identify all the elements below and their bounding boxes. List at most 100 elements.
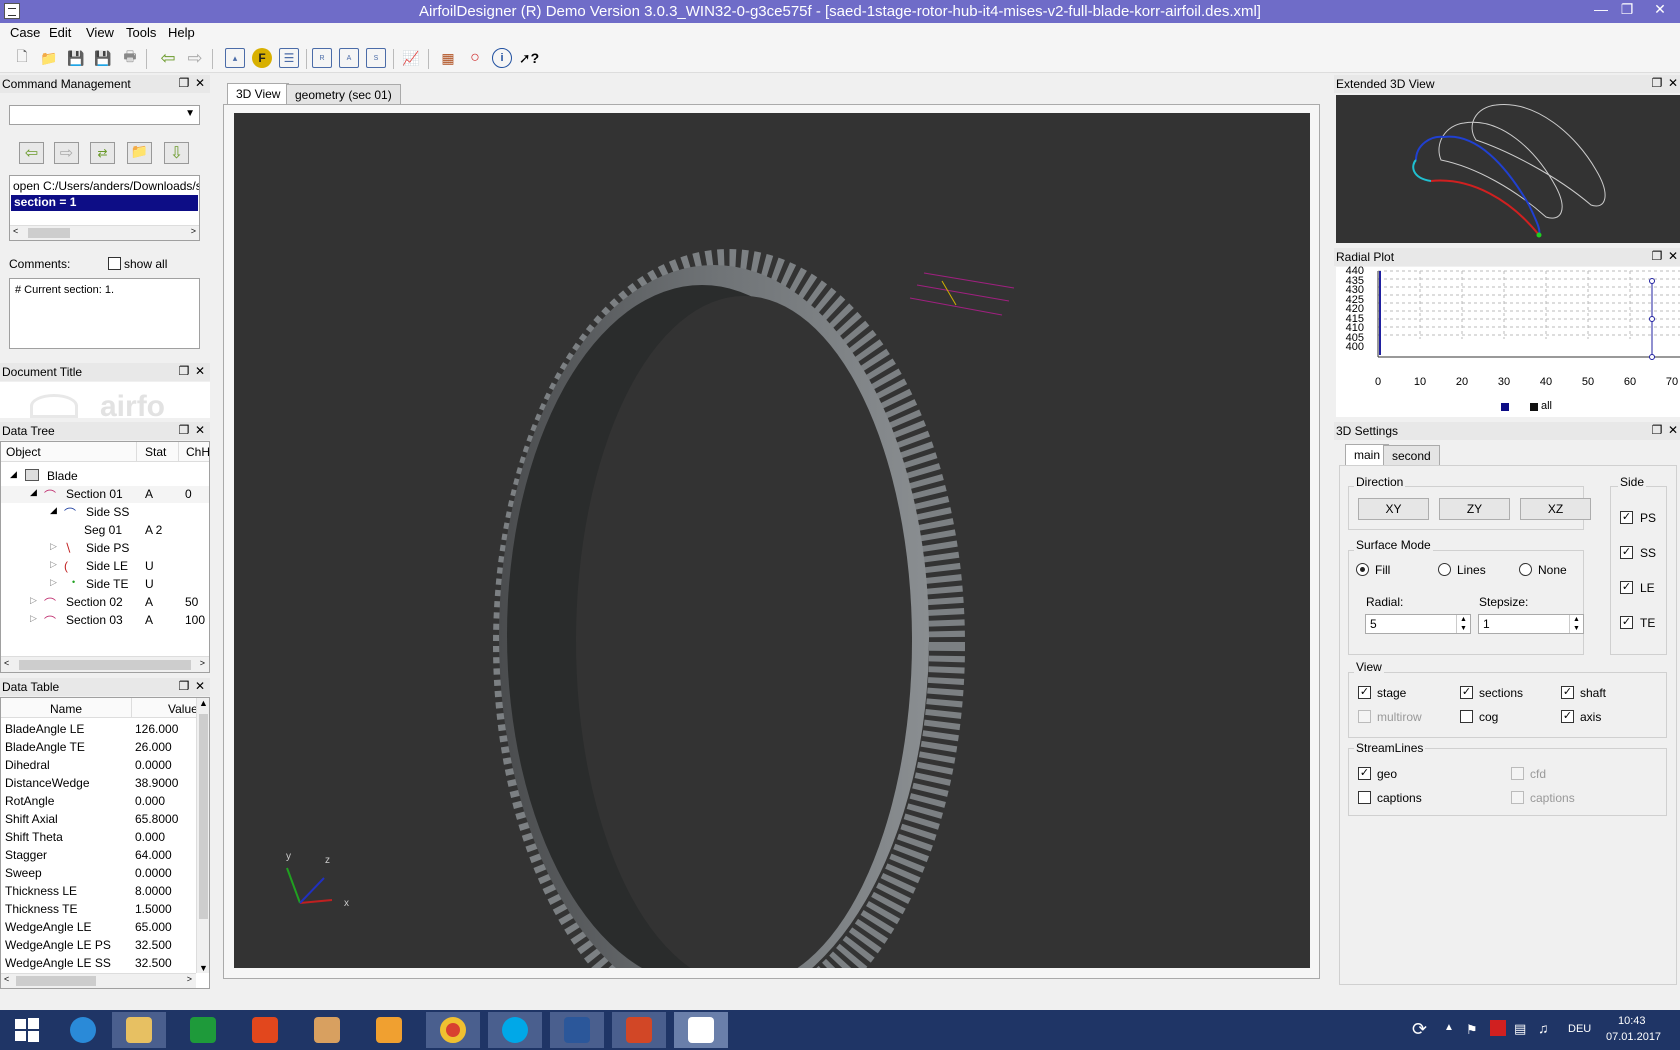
taskbar-office[interactable]	[238, 1012, 292, 1048]
tree-col-chh[interactable]: ChH	[186, 445, 209, 459]
menu-edit[interactable]: Edit	[49, 25, 71, 40]
sections-checkbox[interactable]: ✓	[1460, 686, 1473, 699]
expand-icon[interactable]: ▷	[30, 613, 37, 624]
taskbar-video[interactable]	[362, 1012, 416, 1048]
expand-icon[interactable]: ▷	[50, 541, 57, 552]
table-row[interactable]: WedgeAngle LE SS 32.500	[1, 954, 197, 972]
menu-help[interactable]: Help	[168, 25, 195, 40]
spin-arrows-icon[interactable]: ▲ ▼	[1456, 615, 1470, 633]
zy-button[interactable]: ZY	[1439, 498, 1510, 520]
print-icon[interactable]: 🖶	[120, 48, 140, 68]
save-as-icon[interactable]: 💾	[93, 48, 113, 68]
save-icon[interactable]: 💾	[66, 48, 86, 68]
taskbar-skype[interactable]	[488, 1012, 542, 1048]
menu-case[interactable]: Case	[10, 25, 40, 40]
table-row[interactable]: Dihedral 0.0000	[1, 756, 197, 774]
table-cell-value[interactable]: 26.000	[135, 740, 172, 754]
table-row[interactable]: BladeAngle LE 126.000	[1, 720, 197, 738]
chart-icon[interactable]: 📈	[401, 48, 421, 68]
table-cell-value[interactable]: 0.0000	[135, 758, 172, 772]
taskbar-powerpoint[interactable]	[612, 1012, 666, 1048]
taskbar-explorer[interactable]	[112, 1012, 166, 1048]
dock-close-icon[interactable]: ✕	[1666, 76, 1680, 90]
radial-plot-point[interactable]	[1649, 354, 1655, 360]
table-cell-value[interactable]: 8.0000	[135, 884, 172, 898]
scroll-left-icon[interactable]: <	[4, 974, 9, 984]
sync-icon[interactable]: ⟳	[1412, 1019, 1427, 1040]
undock-icon[interactable]: ❐	[177, 679, 191, 693]
expand-icon[interactable]: ▷	[50, 577, 57, 588]
scroll-left-icon[interactable]: <	[13, 226, 18, 236]
table-row[interactable]: Thickness TE 1.5000	[1, 900, 197, 918]
axis-checkbox[interactable]: ✓	[1561, 710, 1574, 723]
table-row[interactable]: WedgeAngle LE PS 32.500	[1, 936, 197, 954]
ps-checkbox[interactable]: ✓	[1620, 511, 1633, 524]
taskbar-store[interactable]	[176, 1012, 230, 1048]
table-col-name[interactable]: Name	[50, 702, 82, 716]
airfoil-icon[interactable]: ▴	[225, 48, 245, 68]
history-item[interactable]: open C:/Users/anders/Downloads/s	[13, 179, 199, 193]
dock-close-icon[interactable]: ✕	[193, 423, 207, 437]
geo-checkbox[interactable]: ✓	[1358, 767, 1371, 780]
undock-icon[interactable]: ❐	[177, 364, 191, 378]
folder-icon[interactable]: 📁	[127, 142, 152, 164]
down-arrow-icon[interactable]: ⇩	[164, 142, 189, 164]
table-row[interactable]: Stagger 64.000	[1, 846, 197, 864]
undock-icon[interactable]: ❐	[1650, 249, 1664, 263]
redo-arrow-icon[interactable]: ⇨	[185, 48, 205, 68]
show-hidden-icons[interactable]: ▲	[1444, 1022, 1454, 1033]
tree-row-side-te[interactable]: ▷ • Side TE U	[1, 576, 209, 593]
network-icon[interactable]: ▤	[1514, 1021, 1526, 1037]
table-cell-value[interactable]: 126.000	[135, 722, 178, 736]
table-row[interactable]: Shift Axial 65.8000	[1, 810, 197, 828]
undock-icon[interactable]: ❐	[1650, 76, 1664, 90]
table-row[interactable]: RotAngle 0.000	[1, 792, 197, 810]
horizontal-scrollbar[interactable]: < >	[10, 225, 199, 240]
scroll-left-icon[interactable]: <	[4, 658, 9, 668]
multirow-checkbox[interactable]	[1358, 710, 1371, 723]
dock-close-icon[interactable]: ✕	[193, 76, 207, 90]
table-cell-value[interactable]: 65.000	[135, 920, 172, 934]
shaft-checkbox[interactable]: ✓	[1561, 686, 1574, 699]
table-row[interactable]: Sweep 0.0000	[1, 864, 197, 882]
show-all-checkbox[interactable]	[108, 257, 121, 270]
le-checkbox[interactable]: ✓	[1620, 581, 1633, 594]
dock-close-icon[interactable]: ✕	[1666, 249, 1680, 263]
tree-row-section-01[interactable]: ◢ ⌒ Section 01 A 0	[1, 486, 209, 503]
taskbar-word[interactable]	[550, 1012, 604, 1048]
tree-row-seg-01[interactable]: Seg 01 A 2	[1, 522, 209, 539]
swap-arrows-icon[interactable]: ⇄	[90, 142, 115, 164]
scroll-right-icon[interactable]: >	[200, 658, 205, 668]
extended-3d-viewport[interactable]	[1336, 95, 1680, 243]
scroll-thumb[interactable]	[199, 714, 208, 919]
tree-row-section-03[interactable]: ▷ ⌒ Section 03 A 100	[1, 612, 209, 629]
cog-checkbox[interactable]	[1460, 710, 1473, 723]
undock-icon[interactable]: ❐	[177, 76, 191, 90]
tab-3d-view[interactable]: 3D View	[227, 83, 290, 104]
undock-icon[interactable]: ❐	[1650, 423, 1664, 437]
xy-button[interactable]: XY	[1358, 498, 1429, 520]
tree-col-object[interactable]: Object	[6, 445, 41, 459]
dock-close-icon[interactable]: ✕	[193, 679, 207, 693]
collapse-icon[interactable]: ◢	[10, 469, 17, 480]
new-file-icon[interactable]: 🗋	[12, 48, 32, 68]
xz-button[interactable]: XZ	[1520, 498, 1591, 520]
tree-row-side-le[interactable]: ▷ ( Side LE U	[1, 558, 209, 575]
table-row[interactable]: WedgeAngle LE 65.000	[1, 918, 197, 936]
start-button[interactable]	[0, 1012, 54, 1048]
taskbar-airfoil-designer[interactable]	[674, 1012, 728, 1048]
table-cell-value[interactable]: 0.0000	[135, 866, 172, 880]
calculator-icon[interactable]: ▦	[438, 48, 458, 68]
tab-geometry[interactable]: geometry (sec 01)	[286, 84, 401, 105]
table-cell-value[interactable]: 64.000	[135, 848, 172, 862]
close-icon[interactable]: ✕	[1645, 0, 1675, 20]
scroll-up-icon[interactable]: ▲	[199, 698, 208, 708]
fill-radio[interactable]	[1356, 563, 1369, 576]
menu-view[interactable]: View	[86, 25, 114, 40]
stage-checkbox[interactable]: ✓	[1358, 686, 1371, 699]
radial-plot-point[interactable]	[1649, 316, 1655, 322]
collapse-icon[interactable]: ◢	[50, 505, 57, 516]
dock-close-icon[interactable]: ✕	[1666, 423, 1680, 437]
open-folder-icon[interactable]: 📁	[39, 48, 59, 68]
captions-checkbox[interactable]	[1358, 791, 1371, 804]
